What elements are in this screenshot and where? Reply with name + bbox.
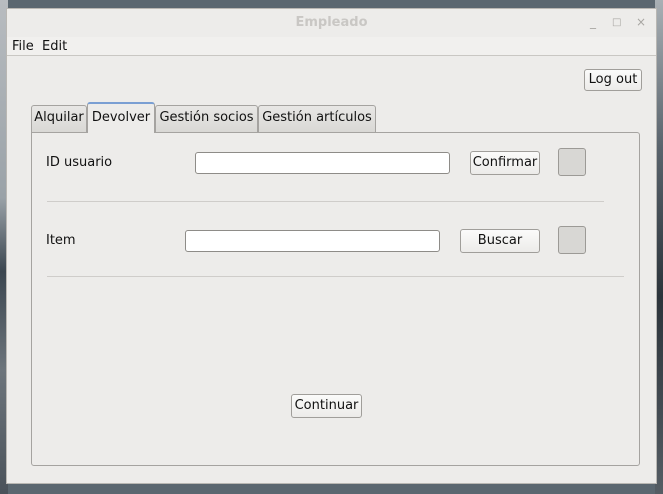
logout-button[interactable]: Log out	[584, 69, 642, 91]
user-status-indicator	[558, 148, 586, 176]
user-id-label: ID usuario	[46, 155, 113, 170]
tab-alquilar[interactable]: Alquilar	[31, 105, 87, 132]
separator-user	[47, 201, 604, 202]
devolver-panel: ID usuario Confirmar Item Buscar Continu…	[31, 132, 640, 466]
user-id-input[interactable]	[195, 152, 450, 174]
employee-window: Empleado _ □ × File Edit Log out Alquila…	[6, 8, 657, 484]
continue-button[interactable]: Continuar	[291, 394, 362, 418]
title-bar[interactable]: Empleado _ □ ×	[7, 9, 656, 37]
menu-bar: File Edit	[7, 37, 656, 56]
item-input[interactable]	[185, 230, 440, 252]
search-button[interactable]: Buscar	[460, 229, 540, 253]
tab-gestion-socios[interactable]: Gestión socios	[155, 105, 258, 132]
tab-gestion-articulos[interactable]: Gestión artículos	[258, 105, 376, 132]
separator-item	[47, 276, 624, 277]
tab-devolver[interactable]: Devolver	[87, 102, 155, 133]
window-title: Empleado	[295, 15, 368, 30]
maximize-icon[interactable]: □	[612, 17, 621, 28]
item-label: Item	[46, 233, 76, 248]
menu-file[interactable]: File	[12, 39, 34, 54]
confirm-button[interactable]: Confirmar	[470, 151, 540, 175]
close-icon[interactable]: ×	[636, 15, 646, 29]
menu-edit[interactable]: Edit	[42, 39, 67, 54]
item-status-indicator	[558, 226, 586, 254]
minimize-icon[interactable]: _	[590, 15, 596, 29]
